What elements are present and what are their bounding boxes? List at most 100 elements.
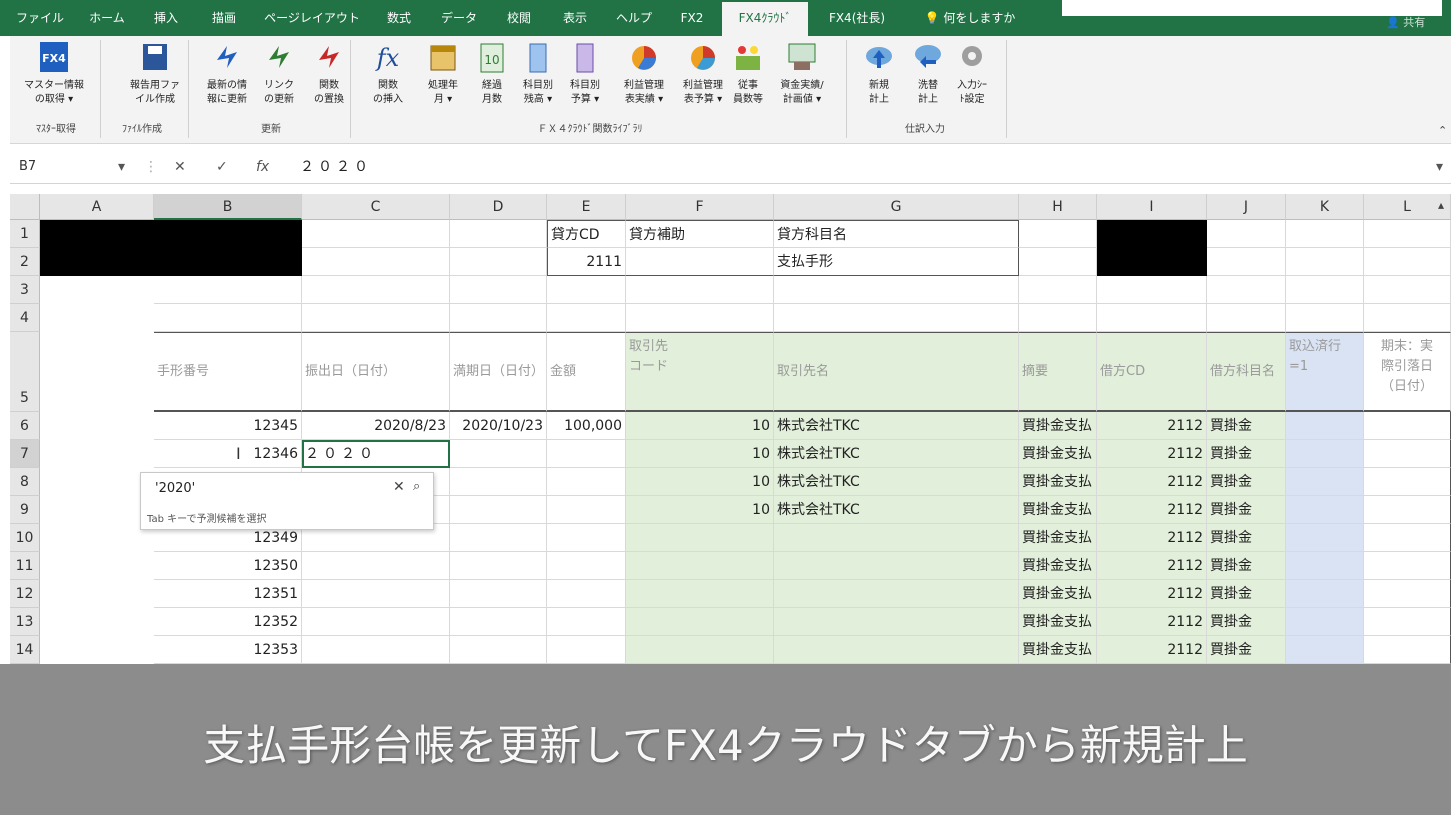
table-cell-g[interactable]: 買掛金支払 手形No.12352 (1019, 608, 1097, 636)
table-cell-c[interactable] (450, 552, 547, 580)
tab-data[interactable]: データ (436, 0, 482, 36)
table-cell-f[interactable] (774, 552, 1019, 580)
active-cell-B7[interactable]: ２０２０ (302, 440, 450, 468)
tab-view[interactable]: 表示 (554, 0, 596, 36)
row-header-3[interactable]: 3 (10, 276, 40, 304)
title-search-box[interactable] (1062, 0, 1442, 16)
tab-fx4-president[interactable]: FX4(社長) (814, 0, 900, 36)
cell[interactable] (1207, 304, 1286, 332)
table-cell-i[interactable]: 買掛金 (1207, 496, 1286, 524)
collapse-ribbon-icon[interactable]: ⌃ (1438, 124, 1447, 137)
column-header-K[interactable]: K (1286, 194, 1364, 220)
ribbon-button-16[interactable]: 入力ｼｰ ﾄ設定 (950, 40, 994, 107)
autocomplete-popup[interactable]: '2020' ✕ ⌕ Tab キーで予測候補を選択 (140, 472, 434, 530)
table-cell-f[interactable] (774, 524, 1019, 552)
table-cell-d[interactable]: 100,000 (547, 412, 626, 440)
cell[interactable] (547, 304, 626, 332)
cell[interactable] (774, 276, 1019, 304)
table-cell-e[interactable] (626, 552, 774, 580)
table-cell-k[interactable] (1364, 496, 1451, 524)
table-cell-d[interactable] (547, 496, 626, 524)
cell[interactable] (1019, 304, 1097, 332)
enter-icon[interactable]: ✓ (216, 156, 228, 178)
table-cell-e[interactable]: 10 (626, 468, 774, 496)
table-header-c[interactable]: 満期日（日付） (450, 332, 547, 412)
tab-file[interactable]: ファイル (14, 0, 66, 36)
cell[interactable] (302, 304, 450, 332)
table-cell-h[interactable]: 2112 (1097, 524, 1207, 552)
table-cell-k[interactable] (1364, 440, 1451, 468)
ribbon-button-5[interactable]: fx 関数 の挿入 (362, 40, 414, 107)
ribbon-button-3[interactable]: リンク の更新 (256, 40, 302, 107)
table-cell-h[interactable]: 2112 (1097, 412, 1207, 440)
scroll-up-icon[interactable]: ▴ (1438, 198, 1444, 212)
cell[interactable] (1207, 220, 1286, 248)
cell[interactable] (450, 220, 547, 248)
table-cell-d[interactable] (547, 440, 626, 468)
ribbon-button-14[interactable]: 新規 計上 (858, 40, 900, 107)
table-cell-j[interactable] (1286, 580, 1364, 608)
close-icon[interactable]: ✕ (393, 479, 405, 495)
table-cell-g[interactable]: 買掛金支払 手形No.12349 (1019, 524, 1097, 552)
table-cell-c[interactable] (450, 636, 547, 664)
table-cell-j[interactable] (1286, 412, 1364, 440)
cell[interactable] (547, 276, 626, 304)
cell[interactable] (1364, 304, 1451, 332)
column-header-G[interactable]: G (774, 194, 1019, 220)
table-cell-j[interactable] (1286, 468, 1364, 496)
table-cell-g[interactable]: 買掛金支払 手形No.12348 (1019, 496, 1097, 524)
cell[interactable] (154, 276, 302, 304)
table-cell-g[interactable]: 買掛金支払 手形No.12345 (1019, 412, 1097, 440)
cell[interactable] (1286, 276, 1364, 304)
cell[interactable] (1286, 304, 1364, 332)
cell[interactable] (1019, 276, 1097, 304)
tab-formulas[interactable]: 数式 (376, 0, 422, 36)
table-cell-f[interactable] (774, 580, 1019, 608)
table-header-b[interactable]: 振出日（日付） (302, 332, 450, 412)
table-cell-i[interactable]: 買掛金 (1207, 440, 1286, 468)
table-cell-h[interactable]: 2112 (1097, 608, 1207, 636)
cell[interactable] (626, 276, 774, 304)
row-header-8[interactable]: 8 (10, 468, 40, 496)
autocomplete-suggestion[interactable]: '2020' (155, 481, 195, 496)
cell[interactable] (1364, 248, 1451, 276)
ribbon-button-4[interactable]: 関数 の置換 (306, 40, 352, 107)
ribbon-button-6[interactable]: 処理年月 ▾ (420, 40, 466, 107)
table-cell-e[interactable] (626, 636, 774, 664)
cancel-icon[interactable]: ✕ (174, 156, 186, 178)
table-cell-k[interactable] (1364, 524, 1451, 552)
name-box[interactable]: B7 (16, 156, 132, 178)
cell[interactable] (450, 276, 547, 304)
table-cell-h[interactable]: 2112 (1097, 552, 1207, 580)
table-cell-k[interactable] (1364, 608, 1451, 636)
table-header-a[interactable]: 手形番号 (154, 332, 302, 412)
table-cell-a[interactable]: 12352 (154, 608, 302, 636)
row-header-4[interactable]: 4 (10, 304, 40, 332)
table-cell-b[interactable] (302, 552, 450, 580)
table-cell-a[interactable]: 12346 (154, 440, 302, 468)
table-cell-f[interactable]: 株式会社TKC (774, 468, 1019, 496)
column-header-I[interactable]: I (1097, 194, 1207, 220)
column-header-B[interactable]: B (154, 194, 302, 220)
column-header-D[interactable]: D (450, 194, 547, 220)
row-header-12[interactable]: 12 (10, 580, 40, 608)
formula-input[interactable]: ２０２０ (300, 156, 372, 178)
row-header-6[interactable]: 6 (10, 412, 40, 440)
table-cell-h[interactable]: 2112 (1097, 636, 1207, 664)
ribbon-button-10[interactable]: 利益管理 表実績 ▾ (616, 40, 672, 107)
table-header-f[interactable]: 取引先名 (774, 332, 1019, 412)
table-cell-a[interactable]: 12351 (154, 580, 302, 608)
cell[interactable] (1286, 248, 1364, 276)
select-all-corner[interactable] (10, 194, 40, 220)
table-cell-i[interactable]: 買掛金 (1207, 524, 1286, 552)
cell[interactable] (1286, 220, 1364, 248)
table-cell-e[interactable] (626, 580, 774, 608)
table-cell-j[interactable] (1286, 636, 1364, 664)
cell[interactable] (1207, 276, 1286, 304)
row-header-2[interactable]: 2 (10, 248, 40, 276)
table-cell-e[interactable]: 10 (626, 496, 774, 524)
column-header-C[interactable]: C (302, 194, 450, 220)
table-cell-k[interactable] (1364, 468, 1451, 496)
table-cell-i[interactable]: 買掛金 (1207, 412, 1286, 440)
table-cell-f[interactable]: 株式会社TKC (774, 496, 1019, 524)
